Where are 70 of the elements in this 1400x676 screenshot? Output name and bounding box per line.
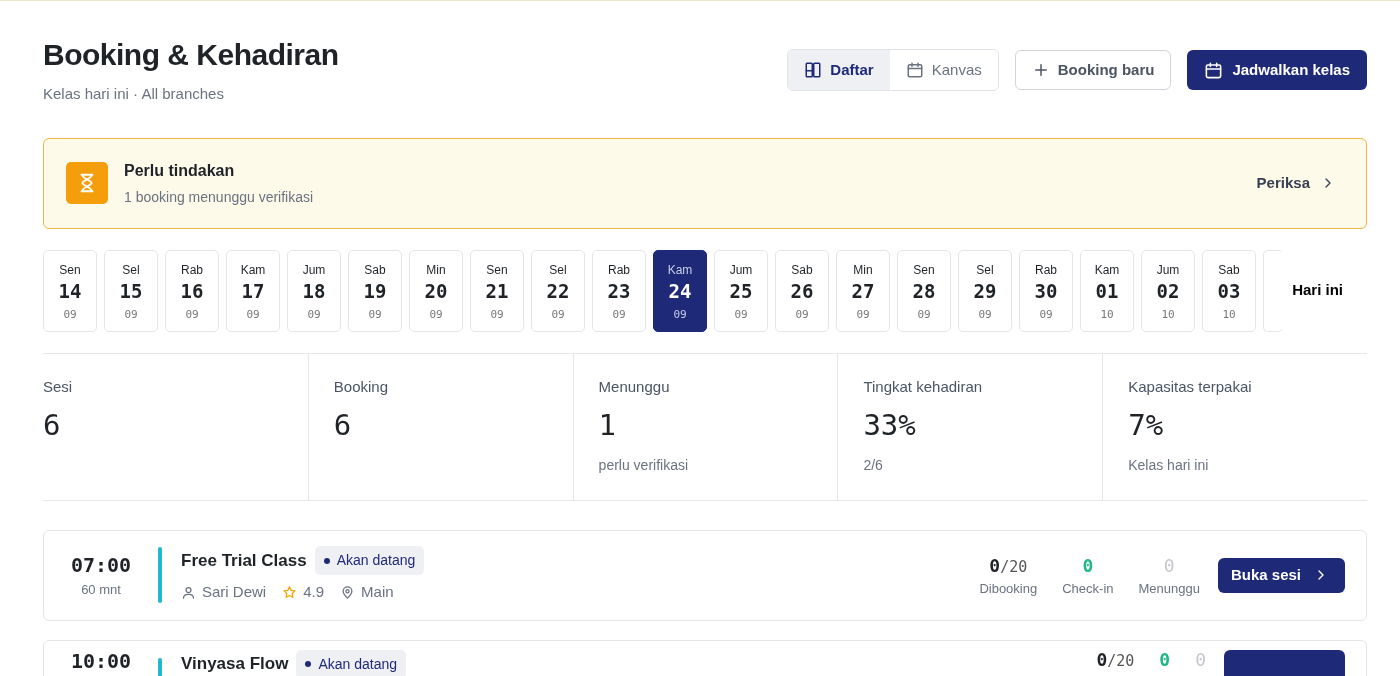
date-tile[interactable]: Jum 02 10 <box>1141 249 1195 332</box>
instructor-name: Sari Dewi <box>202 582 267 603</box>
stat-note: Kelas hari ini <box>1128 455 1210 475</box>
alert-title: Perlu tindakan <box>124 160 236 181</box>
date-tile[interactable]: Rab 30 09 <box>1019 249 1073 332</box>
date-tile[interactable]: Sen 14 09 <box>43 249 97 332</box>
date-tile[interactable]: Sen 28 09 <box>897 249 951 332</box>
session-time: 07:00 <box>69 552 133 580</box>
calendar-icon <box>1204 60 1224 80</box>
booked-count: 0/20 <box>988 553 1029 578</box>
booked-count: 0/20 <box>1096 649 1135 670</box>
star-icon <box>282 585 298 600</box>
review-link[interactable]: Periksa <box>1256 171 1336 195</box>
status-badge: Akan datang <box>314 546 425 576</box>
date-tile[interactable]: Min 27 09 <box>836 249 890 332</box>
date-tile[interactable]: Min 20 09 <box>409 249 463 332</box>
waiting-count: 0 <box>1162 553 1176 578</box>
checkin-count: 0 <box>1081 553 1095 578</box>
status-badge: Akan datang <box>296 649 407 676</box>
location: Main <box>361 582 394 603</box>
hourglass-icon <box>66 162 108 204</box>
date-tile[interactable]: Jum 25 09 <box>714 249 768 332</box>
date-tile[interactable]: Sel 29 09 <box>958 249 1012 332</box>
layout-icon <box>804 61 823 79</box>
calendar-icon <box>905 61 924 79</box>
date-tile[interactable]: Jum 18 09 <box>287 249 341 332</box>
new-booking-button[interactable]: Booking baru <box>1014 50 1172 90</box>
accent-bar <box>158 547 162 603</box>
person-icon <box>181 585 196 600</box>
stat-value: 6 <box>333 408 353 443</box>
stat-note: perlu verifikasi <box>598 455 690 475</box>
date-tile[interactable]: Kam 24 09 <box>653 249 707 332</box>
class-name: Vinyasa Flow <box>181 654 289 674</box>
date-tile[interactable]: Kam 01 10 <box>1080 249 1134 332</box>
date-tile[interactable]: Sab 26 09 <box>775 249 829 332</box>
open-session-button[interactable]: Buka sesi <box>1217 557 1345 593</box>
stat-label: Booking <box>333 376 389 397</box>
waiting-count: 0 <box>1195 649 1206 670</box>
stat-caption: Dibooking <box>979 579 1038 598</box>
date-tile[interactable]: Sel 22 09 <box>531 249 585 332</box>
stat-value: 6 <box>43 408 62 443</box>
stat-caption: Menunggu <box>1138 579 1200 598</box>
rating: 4.9 <box>303 582 325 603</box>
stat-label: Kapasitas terpakai <box>1128 376 1253 397</box>
stat-value: 7% <box>1128 408 1165 443</box>
date-tile[interactable]: Sen 21 09 <box>470 249 524 332</box>
open-session-button[interactable] <box>1224 649 1345 676</box>
class-name: Free Trial Class <box>181 550 307 572</box>
view-tab[interactable]: Daftar <box>788 50 890 90</box>
stat-value: 1 <box>598 408 618 443</box>
checkin-count: 0 <box>1159 649 1171 670</box>
date-tile[interactable]: Rab 16 09 <box>165 249 219 332</box>
stat-label: Tingkat kehadiran <box>863 376 984 397</box>
date-tile[interactable] <box>1263 249 1282 332</box>
stat-note: 2/6 <box>863 455 884 475</box>
date-tile[interactable]: Kam 17 09 <box>226 249 280 332</box>
stat-caption: Check-in <box>1062 579 1114 598</box>
date-tile[interactable]: Rab 23 09 <box>592 249 646 332</box>
stat-label: Menunggu <box>598 376 671 397</box>
schedule-class-button[interactable]: Jadwalkan kelas <box>1187 50 1367 90</box>
session-duration: 60 mnt <box>80 581 122 600</box>
session-time: 10:00 <box>69 649 133 672</box>
date-tile[interactable]: Sab 03 10 <box>1202 249 1256 332</box>
date-tile[interactable]: Sab 19 09 <box>348 249 402 332</box>
date-tile[interactable]: Sel 15 09 <box>104 249 158 332</box>
page-subtitle: Kelas hari ini · All branches <box>43 84 225 104</box>
stat-value: 33% <box>863 408 917 443</box>
stat-label: Sesi <box>43 376 74 397</box>
alert-message: 1 booking menunggu verifikasi <box>124 187 315 207</box>
page-title: Booking & Kehadiran <box>43 37 339 73</box>
